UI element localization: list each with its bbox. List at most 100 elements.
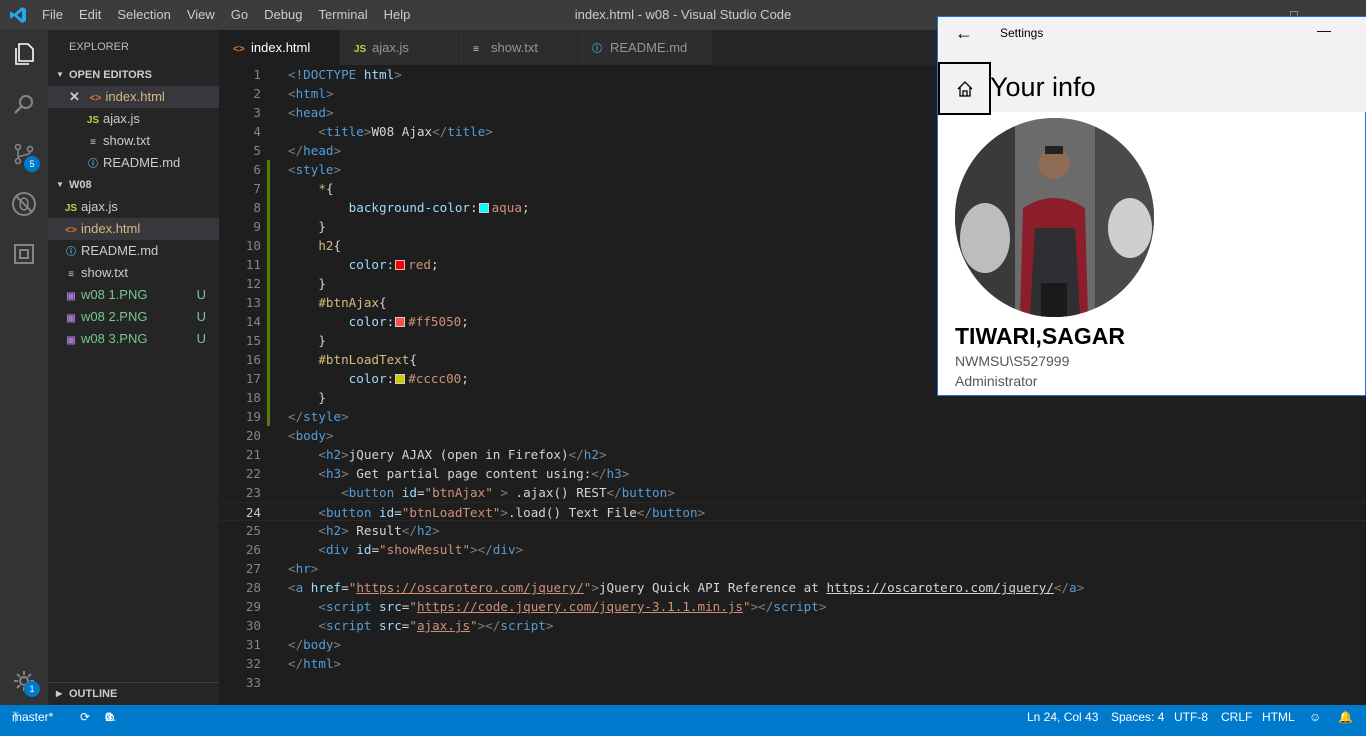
status-bar: ᛉ master* ⟳ ⊗ 0 ⚠ 0 Ln 24, Col 43 Spaces… (0, 705, 1366, 736)
outline-header[interactable]: ▶ OUTLINE (48, 682, 219, 704)
txt-icon: ≡ (473, 44, 479, 55)
open-editor-item[interactable]: ⓘ README.md (48, 152, 219, 174)
file-name: w08 1.PNG (81, 287, 148, 302)
folder-label: W08 (69, 179, 92, 191)
menu-file[interactable]: File (34, 0, 71, 30)
menu-view[interactable]: View (179, 0, 223, 30)
avatar (955, 118, 1154, 317)
color-swatch[interactable] (395, 317, 406, 327)
file-item[interactable]: ▣ w08 3.PNG U (48, 328, 219, 350)
page-title: Your info (990, 72, 1096, 102)
code-line[interactable]: 23 <button id="btnAjax" > .ajax() REST</… (219, 483, 1366, 502)
feedback-icon[interactable]: ☺ (1309, 705, 1321, 729)
notification-bell-icon[interactable]: 🔔 (1338, 705, 1353, 729)
file-item[interactable]: ▣ w08 2.PNG U (48, 306, 219, 328)
file-item[interactable]: ⓘ README.md (48, 240, 219, 262)
js-icon: JS (86, 115, 100, 126)
menu-edit[interactable]: Edit (71, 0, 109, 30)
explorer-icon[interactable] (0, 30, 48, 78)
vscode-logo-icon (10, 7, 26, 23)
code-line[interactable]: 27 <hr> (219, 559, 1366, 578)
code-line[interactable]: 30 <script src="ajax.js"></script> (219, 616, 1366, 635)
html-icon: <> (65, 225, 77, 236)
user-role: Administrator (955, 373, 1038, 389)
file-name: index.html (81, 221, 141, 236)
js-icon: JS (354, 44, 367, 55)
sync-icon[interactable]: ⟳ (80, 705, 90, 729)
menu-help[interactable]: Help (376, 0, 419, 30)
tab-index-html[interactable]: <> index.html (219, 30, 339, 65)
outline-label: OUTLINE (69, 688, 118, 700)
open-editor-item[interactable]: JS ajax.js (48, 108, 219, 130)
file-name: show.txt (81, 265, 128, 280)
txt-icon: ≡ (90, 137, 96, 148)
settings-title: Settings (1000, 26, 1044, 40)
js-icon: JS (64, 203, 78, 214)
tab-readme-md[interactable]: ⓘ README.md (578, 30, 712, 65)
open-editor-item[interactable]: ≡ show.txt (48, 130, 219, 152)
indentation[interactable]: Spaces: 4 (1111, 705, 1164, 729)
code-line[interactable]: 20 <body> (219, 426, 1366, 445)
encoding[interactable]: UTF-8 (1174, 705, 1208, 729)
code-line[interactable]: 25 <h2> Result</h2> (219, 521, 1366, 540)
explorer-title: EXPLORER (69, 41, 129, 53)
menu-selection[interactable]: Selection (109, 0, 178, 30)
file-name: README.md (81, 243, 159, 258)
menu-debug[interactable]: Debug (256, 0, 310, 30)
code-line-current[interactable]: 24 <button id="btnLoadText">.load() Text… (219, 502, 1366, 521)
open-editors-header[interactable]: ▼ OPEN EDITORS (48, 64, 219, 86)
activity-bar: 5 1 (0, 30, 48, 705)
close-icon[interactable]: ✕ (69, 89, 80, 104)
git-status: U (196, 309, 206, 324)
source-control-icon[interactable]: 5 (0, 130, 48, 178)
tab-ajax-js[interactable]: JS ajax.js (340, 30, 458, 65)
code-line[interactable]: 26 <div id="showResult"></div> (219, 540, 1366, 559)
menu-bar: File Edit Selection View Go Debug Termin… (34, 0, 418, 30)
color-swatch[interactable] (395, 374, 406, 384)
code-line[interactable]: 19 </style> (219, 407, 1366, 426)
language-mode[interactable]: HTML (1262, 705, 1295, 729)
home-icon (957, 80, 972, 97)
file-item[interactable]: ≡ show.txt (48, 262, 219, 284)
info-icon: ⓘ (592, 44, 602, 55)
file-item[interactable]: ▣ w08 1.PNG U (48, 284, 219, 306)
line-ending[interactable]: CRLF (1221, 705, 1252, 729)
code-line[interactable]: 22 <h3> Get partial page content using:<… (219, 464, 1366, 483)
code-line[interactable]: 29 <script src="https://code.jquery.com/… (219, 597, 1366, 616)
open-editor-item[interactable]: ✕ <> index.html (48, 86, 219, 108)
back-arrow-icon[interactable]: ← (955, 23, 973, 44)
file-name: ajax.js (81, 199, 118, 214)
tab-label: show.txt (491, 40, 538, 55)
code-line[interactable]: 31 </body> (219, 635, 1366, 654)
scm-badge: 5 (24, 156, 40, 172)
code-line[interactable]: 33 (219, 673, 1366, 692)
minimize-icon[interactable]: — (1317, 22, 1331, 38)
menu-terminal[interactable]: Terminal (310, 0, 375, 30)
git-status: U (196, 287, 206, 302)
file-item[interactable]: JS ajax.js (48, 196, 219, 218)
code-line[interactable]: 32 </html> (219, 654, 1366, 673)
file-item[interactable]: <> index.html (48, 218, 219, 240)
folder-header[interactable]: ▼ W08 (48, 174, 219, 196)
tab-show-txt[interactable]: ≡ show.txt (459, 30, 577, 65)
home-button[interactable] (938, 62, 991, 115)
debug-icon[interactable] (0, 180, 48, 228)
cursor-position[interactable]: Ln 24, Col 43 (1027, 705, 1098, 729)
file-name: index.html (105, 89, 165, 104)
menu-go[interactable]: Go (223, 0, 256, 30)
search-icon[interactable] (0, 80, 48, 128)
info-icon: ⓘ (66, 247, 76, 258)
color-swatch[interactable] (478, 203, 489, 213)
branch-name: master* (12, 710, 54, 724)
code-line[interactable]: 21 <h2>jQuery AJAX (open in Firefox)</h2… (219, 445, 1366, 464)
file-name: show.txt (103, 133, 150, 148)
gear-icon[interactable]: 1 (0, 657, 48, 705)
code-line[interactable]: 28 <a href="https://oscarotero.com/jquery… (219, 578, 1366, 597)
open-editors-label: OPEN EDITORS (69, 69, 152, 81)
extensions-icon[interactable] (0, 230, 48, 278)
txt-icon: ≡ (68, 269, 74, 280)
color-swatch[interactable] (395, 260, 406, 270)
file-name: w08 3.PNG (81, 331, 148, 346)
tab-label: README.md (610, 40, 688, 55)
file-name: README.md (103, 155, 181, 170)
